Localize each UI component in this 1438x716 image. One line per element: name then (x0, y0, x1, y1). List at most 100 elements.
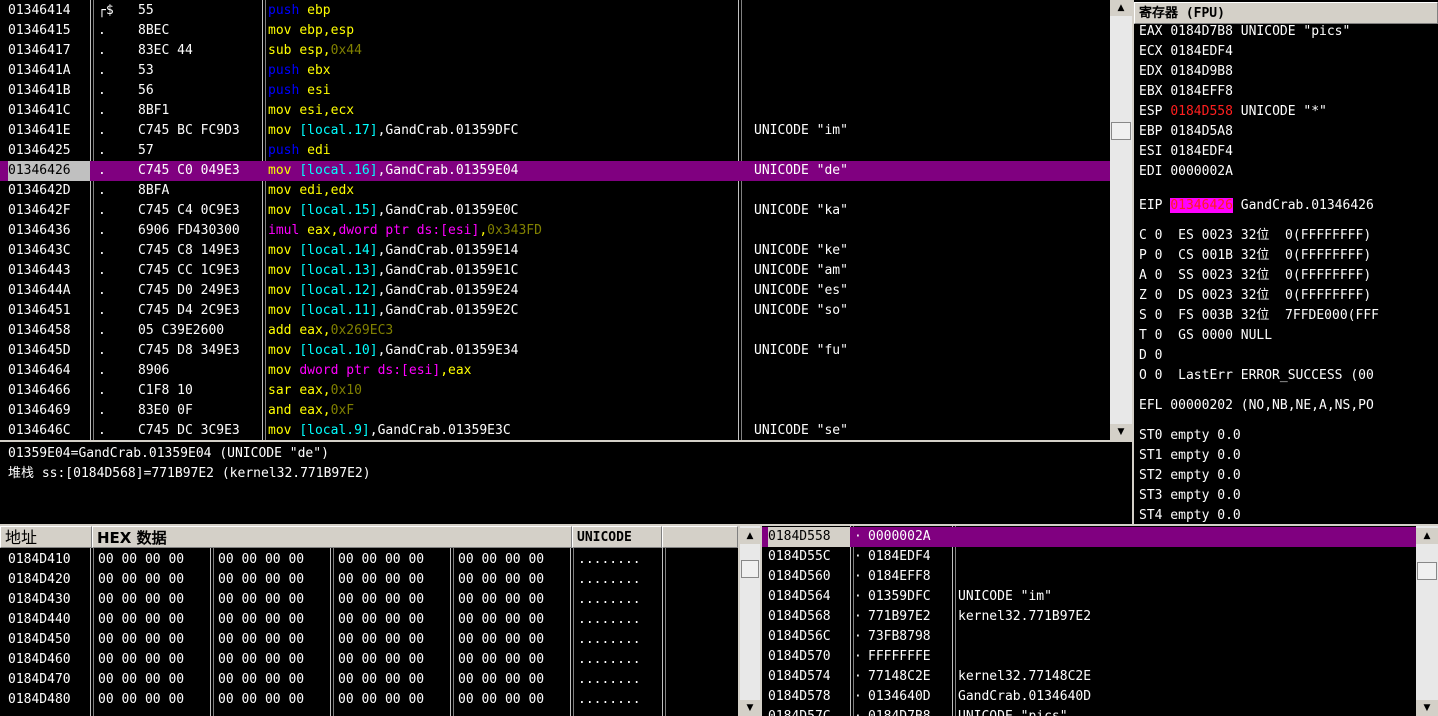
stack-value[interactable]: 73FB8798 (868, 627, 950, 647)
disasm-row[interactable]: 0134641B. 56 push esi (0, 81, 1110, 101)
instruction-text[interactable]: push ebx (268, 61, 736, 81)
disasm-row[interactable]: 01346426. C745 C0 049E3 mov [local.16],Gan… (0, 161, 1110, 181)
register-value[interactable]: 0184D9B8 (1170, 64, 1233, 79)
dump-hex-group[interactable]: 00 00 00 00 (458, 670, 570, 690)
fpu-register-row[interactable]: ST0 empty 0.0 (1139, 426, 1241, 446)
register-row[interactable]: ESP 0184D558 UNICODE "*" (1139, 102, 1327, 122)
register-row[interactable]: EDX 0184D9B8 (1139, 62, 1241, 82)
instruction-address[interactable]: 01346436 (8, 221, 90, 241)
instruction-address[interactable]: 0134641C (8, 101, 90, 121)
scroll-up-icon[interactable]: ▲ (1110, 0, 1132, 16)
register-value[interactable]: 0184EFF8 (1170, 84, 1233, 99)
efl-row[interactable]: EFL 00000202 (NO,NB,NE,A,NS,PO (1139, 396, 1374, 416)
dump-hex-group[interactable]: 00 00 00 00 (218, 550, 330, 570)
instruction-address[interactable]: 01346415 (8, 21, 90, 41)
instruction-text[interactable]: mov [local.10],GandCrab.01359E34 (268, 341, 736, 361)
dump-hex-group[interactable]: 00 00 00 00 (458, 650, 570, 670)
stack-row[interactable]: 0184D564 · 01359DFC UNICODE "im" (762, 587, 1416, 607)
dump-text[interactable]: ........ (578, 630, 660, 650)
dump-hex-group[interactable]: 00 00 00 00 (218, 590, 330, 610)
register-row[interactable]: EBP 0184D5A8 (1139, 122, 1241, 142)
instruction-text[interactable]: mov [local.12],GandCrab.01359E24 (268, 281, 736, 301)
instruction-text[interactable]: sar eax,0x10 (268, 381, 736, 401)
instruction-text[interactable]: mov edi,edx (268, 181, 736, 201)
flag-row[interactable]: O 0 LastErr ERROR_SUCCESS (00 (1139, 366, 1374, 386)
stack-address[interactable]: 0184D560 (768, 567, 850, 587)
scroll-thumb[interactable] (1417, 562, 1437, 580)
stack-scrollbar[interactable]: ▲ ▼ (1416, 526, 1438, 716)
instruction-text[interactable]: push edi (268, 141, 736, 161)
stack-row[interactable]: 0184D558 · 0000002A (762, 527, 1416, 547)
scroll-thumb[interactable] (1111, 122, 1131, 140)
instruction-address[interactable]: 0134641E (8, 121, 90, 141)
register-value[interactable]: 0184D558 (1170, 104, 1233, 119)
stack-address[interactable]: 0184D570 (768, 647, 850, 667)
disasm-row[interactable]: 01346436. 6906 FD430300 imul eax,dword ptr… (0, 221, 1110, 241)
disasm-row[interactable]: 01346466. C1F8 10 sar eax,0x10 (0, 381, 1110, 401)
dump-hex-group[interactable]: 00 00 00 00 (338, 650, 450, 670)
disasm-row[interactable]: 01346415. 8BEC mov ebp,esp (0, 21, 1110, 41)
stack-address[interactable]: 0184D558 (768, 527, 850, 547)
stack-value[interactable]: FFFFFFFE (868, 647, 950, 667)
instruction-text[interactable]: mov [local.16],GandCrab.01359E04 (268, 161, 736, 181)
dump-address[interactable]: 0184D480 (8, 690, 90, 710)
dump-hex-group[interactable]: 00 00 00 00 (218, 570, 330, 590)
flag-row[interactable]: C 0 ES 0023 32位 0(FFFFFFFF) (1139, 226, 1371, 246)
instruction-text[interactable]: sub esp,0x44 (268, 41, 736, 61)
disasm-row[interactable]: 0134642F. C745 C4 0C9E3 mov [local.15],Gan… (0, 201, 1110, 221)
dump-hex-group[interactable]: 00 00 00 00 (98, 590, 210, 610)
register-row[interactable]: EBX 0184EFF8 (1139, 82, 1241, 102)
disasm-row[interactable]: 0134644A. C745 D0 249E3 mov [local.12],Gan… (0, 281, 1110, 301)
dump-row[interactable]: 0184D450 00 00 00 00 00 00 00 00 00 00 00 0… (0, 630, 738, 650)
instruction-address[interactable]: 01346451 (8, 301, 90, 321)
register-value[interactable]: 0184D7B8 (1170, 24, 1233, 39)
disasm-row[interactable]: 0134641C. 8BF1 mov esi,ecx (0, 101, 1110, 121)
dump-row[interactable]: 0184D410 00 00 00 00 00 00 00 00 00 00 00 0… (0, 550, 738, 570)
dump-hex-group[interactable]: 00 00 00 00 (338, 690, 450, 710)
dump-text[interactable]: ........ (578, 650, 660, 670)
disasm-row[interactable]: 0134645D. C745 D8 349E3 mov [local.10],Gan… (0, 341, 1110, 361)
disasm-row[interactable]: 01346469. 83E0 0F and eax,0xF (0, 401, 1110, 421)
instruction-text[interactable]: mov [local.9],GandCrab.01359E3C (268, 421, 736, 440)
instruction-address[interactable]: 01346464 (8, 361, 90, 381)
registers-title[interactable]: 寄存器 (FPU) (1134, 2, 1438, 24)
instruction-text[interactable]: add eax,0x269EC3 (268, 321, 736, 341)
instruction-address[interactable]: 0134645D (8, 341, 90, 361)
dump-hex-group[interactable]: 00 00 00 00 (338, 670, 450, 690)
fpu-register-row[interactable]: ST2 empty 0.0 (1139, 466, 1241, 486)
stack-row[interactable]: 0184D560 · 0184EFF8 (762, 567, 1416, 587)
instruction-address[interactable]: 0134642F (8, 201, 90, 221)
dump-row[interactable]: 0184D480 00 00 00 00 00 00 00 00 00 00 00 0… (0, 690, 738, 710)
dump-row[interactable]: 0184D420 00 00 00 00 00 00 00 00 00 00 00 0… (0, 570, 738, 590)
stack-value[interactable]: 0184D7B8 (868, 707, 950, 716)
stack-row[interactable]: 0184D578 · 0134640D GandCrab.0134640D (762, 687, 1416, 707)
fpu-register-row[interactable]: ST1 empty 0.0 (1139, 446, 1241, 466)
dump-text[interactable]: ........ (578, 550, 660, 570)
dump-hex-group[interactable]: 00 00 00 00 (338, 550, 450, 570)
dump-hex-group[interactable]: 00 00 00 00 (338, 570, 450, 590)
instruction-address[interactable]: 01346414 (8, 1, 90, 21)
instruction-address[interactable]: 01346469 (8, 401, 90, 421)
instruction-address[interactable]: 01346425 (8, 141, 90, 161)
instruction-text[interactable]: mov dword ptr ds:[esi],eax (268, 361, 736, 381)
register-row[interactable]: ESI 0184EDF4 (1139, 142, 1241, 162)
dump-text[interactable]: ........ (578, 570, 660, 590)
stack-row[interactable]: 0184D574 · 77148C2E kernel32.77148C2E (762, 667, 1416, 687)
dump-row[interactable]: 0184D430 00 00 00 00 00 00 00 00 00 00 00 0… (0, 590, 738, 610)
dump-hex-group[interactable]: 00 00 00 00 (218, 670, 330, 690)
scroll-up-icon[interactable]: ▲ (740, 528, 760, 544)
dump-address[interactable]: 0184D440 (8, 610, 90, 630)
instruction-address[interactable]: 0134641A (8, 61, 90, 81)
flag-row[interactable]: A 0 SS 0023 32位 0(FFFFFFFF) (1139, 266, 1371, 286)
stack-row[interactable]: 0184D568 · 771B97E2 kernel32.771B97E2 (762, 607, 1416, 627)
stack-value[interactable]: 01359DFC (868, 587, 950, 607)
instruction-address[interactable]: 0134642D (8, 181, 90, 201)
dump-header-address[interactable]: 地址 (0, 526, 92, 548)
stack-value[interactable]: 771B97E2 (868, 607, 950, 627)
disasm-row[interactable]: 0134641A. 53 push ebx (0, 61, 1110, 81)
stack-address[interactable]: 0184D57C (768, 707, 850, 716)
scroll-up-icon[interactable]: ▲ (1416, 528, 1438, 544)
dump-text[interactable]: ........ (578, 670, 660, 690)
instruction-text[interactable]: imul eax,dword ptr ds:[esi],0x343FD (268, 221, 736, 241)
register-value[interactable]: 0000002A (1170, 164, 1233, 179)
